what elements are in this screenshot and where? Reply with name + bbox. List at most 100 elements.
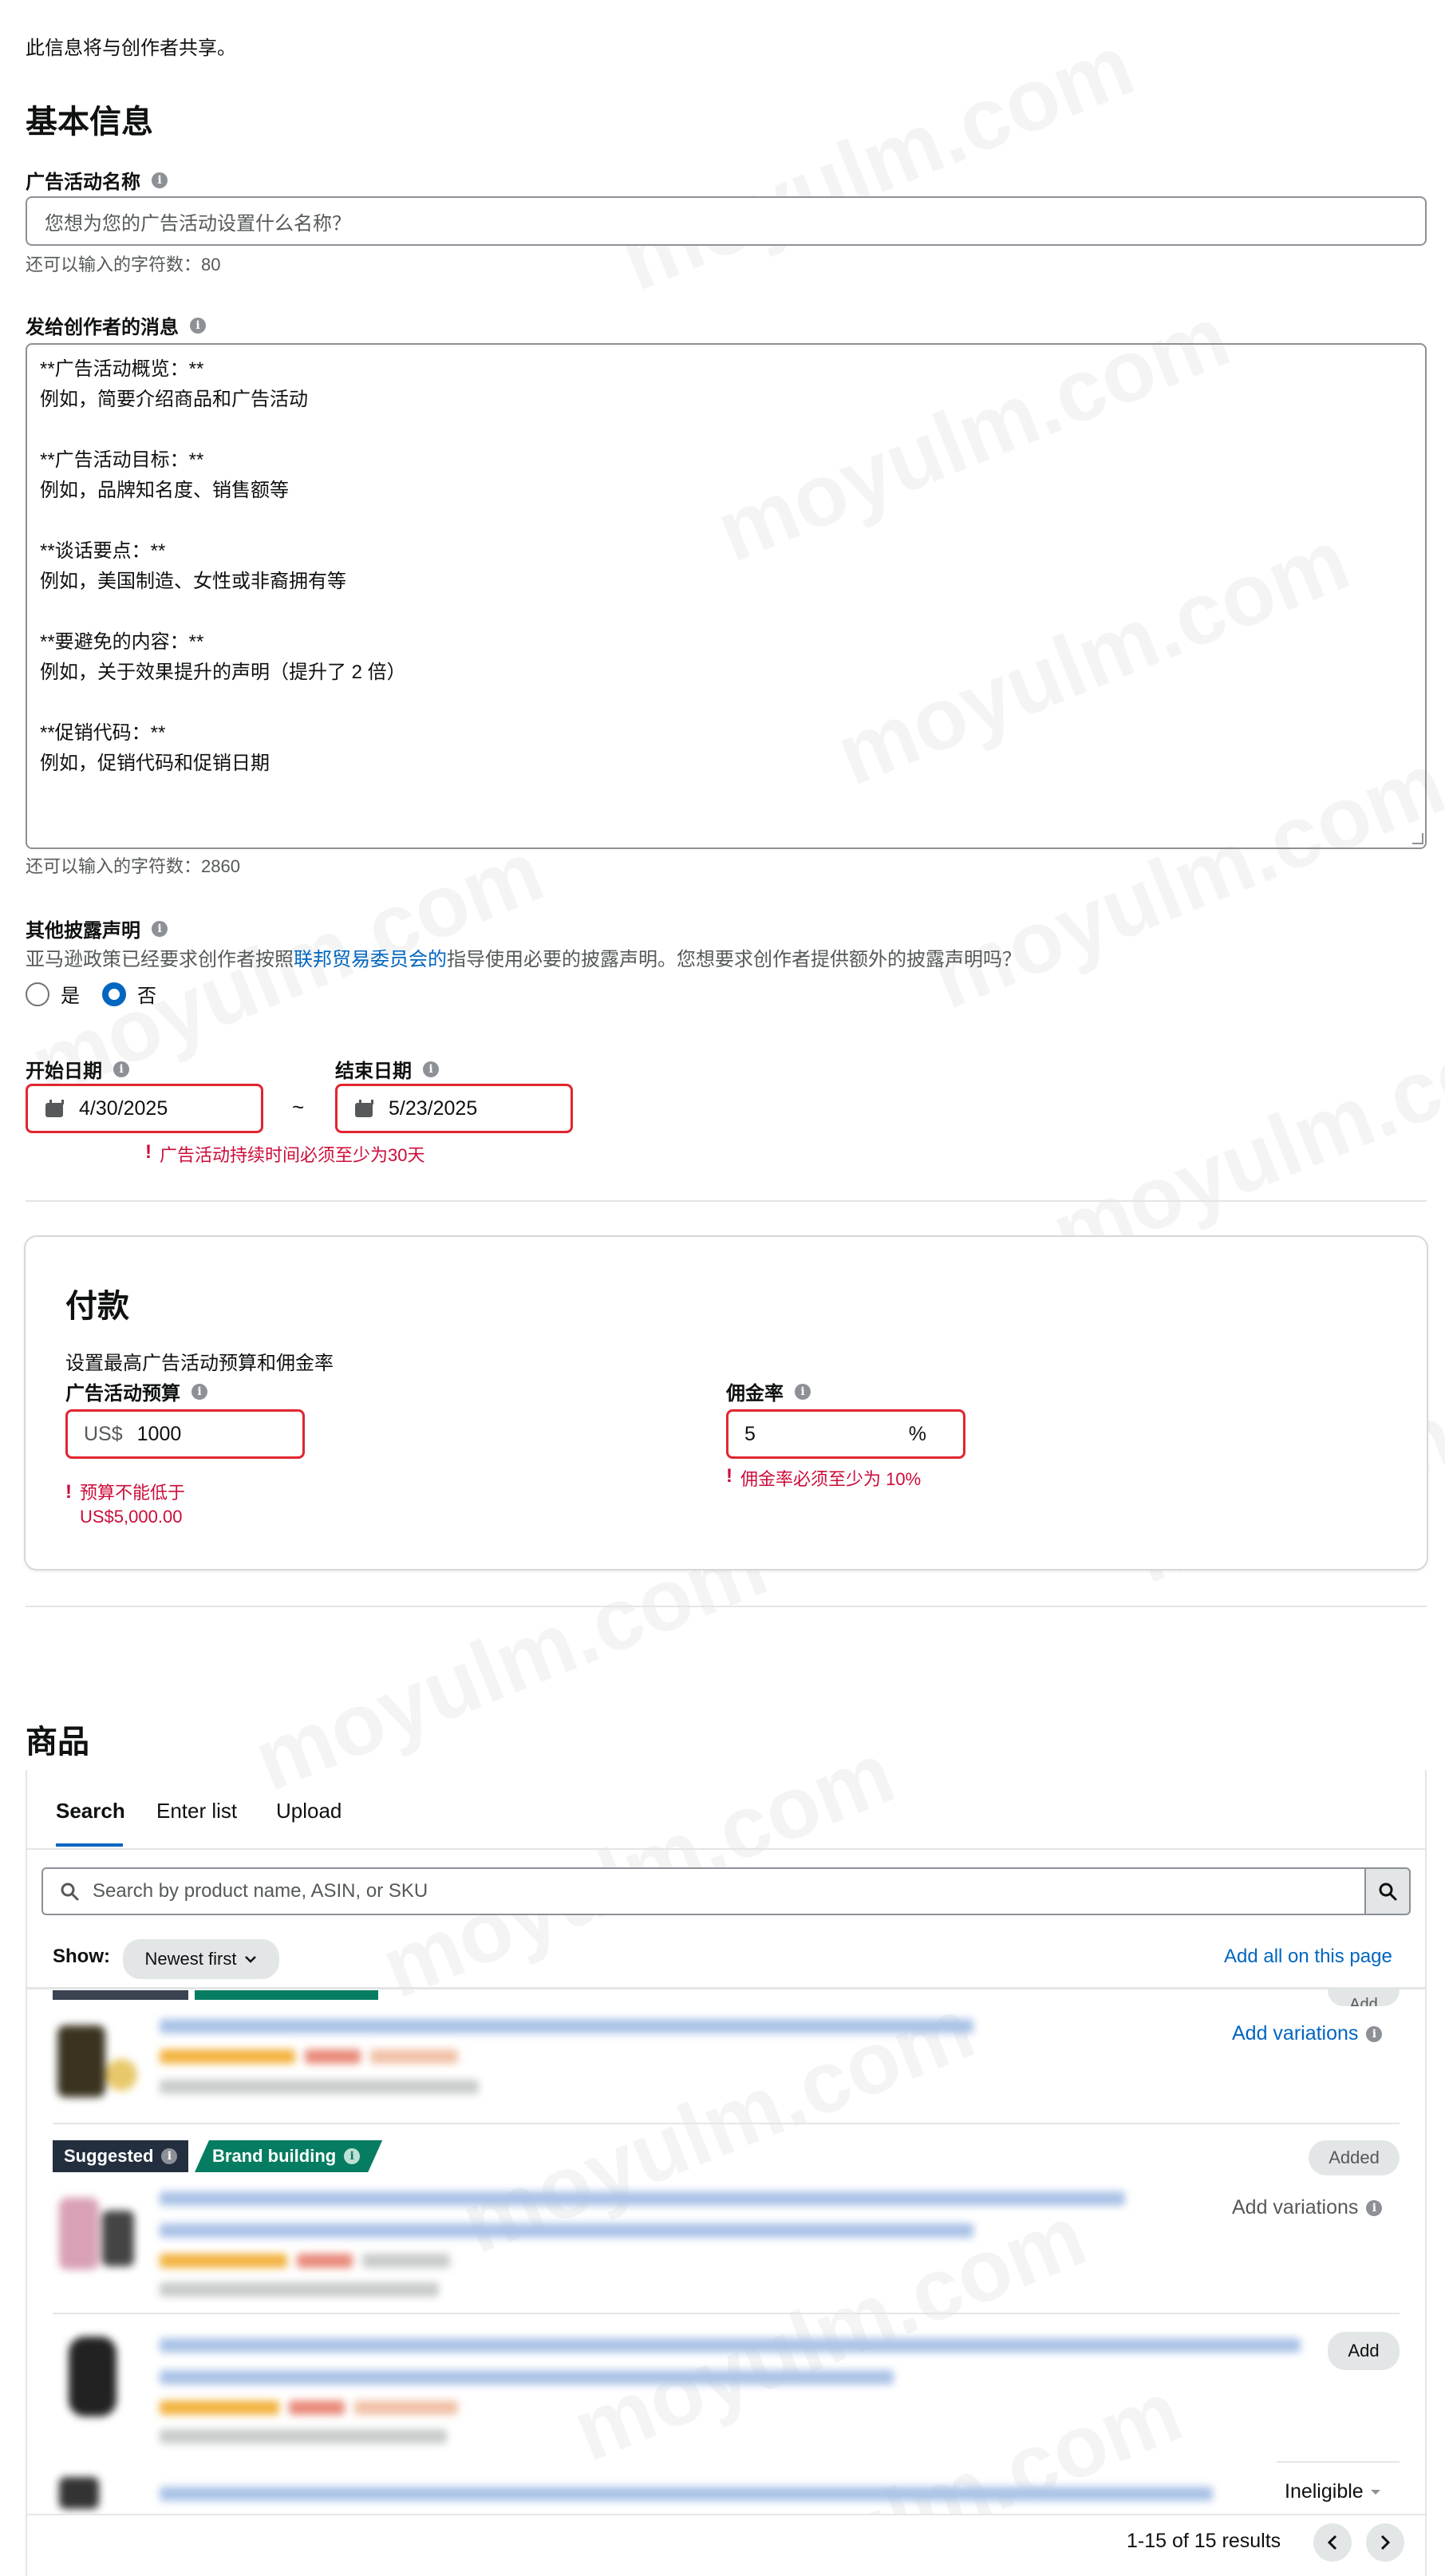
budget-value: 1000	[136, 1422, 182, 1445]
brand-building-badge: Brand building i	[195, 2140, 382, 2172]
next-page-button[interactable]	[1366, 2523, 1404, 2562]
ineligible-status: Ineligible	[1285, 2480, 1381, 2503]
search-button[interactable]	[1364, 1867, 1411, 1915]
disclosure-label-row: 其他披露声明 i	[26, 915, 168, 942]
add-variations-label: Add variations	[1232, 2196, 1359, 2218]
product-image	[53, 2472, 148, 2512]
calendar-icon	[45, 1100, 64, 1117]
suggested-badge-label: Suggested	[64, 2146, 154, 2166]
search-placeholder: Search by product name, ASIN, or SKU	[93, 1880, 428, 1902]
tabs-divider	[26, 1848, 1427, 1850]
info-icon[interactable]: i	[190, 317, 206, 334]
date-separator: ~	[292, 1095, 305, 1119]
chevron-right-icon	[1380, 2535, 1391, 2550]
end-date-input[interactable]: 5/23/2025	[335, 1084, 573, 1133]
add-button-label: Add	[1348, 2341, 1380, 2361]
badge-fragment	[53, 1990, 188, 2000]
active-tab-indicator	[56, 1843, 123, 1847]
radio-button-off[interactable]	[26, 982, 49, 1006]
disclosure-radio-yes[interactable]: 是	[26, 980, 80, 1008]
row-divider	[53, 2123, 1400, 2124]
info-icon[interactable]: i	[344, 2148, 360, 2164]
percent-suffix: %	[908, 1422, 926, 1445]
radio-yes-label: 是	[61, 986, 80, 1007]
caret-down-icon	[1370, 2489, 1380, 2495]
radio-no-label: 否	[137, 986, 156, 1007]
add-all-link[interactable]: Add all on this page	[1224, 1946, 1392, 1968]
budget-label-row: 广告活动预算 i	[65, 1377, 207, 1405]
sort-dropdown[interactable]: Newest first	[123, 1939, 279, 1979]
start-date-input[interactable]: 4/30/2025	[26, 1084, 263, 1133]
add-variations-link[interactable]: Add variations i	[1232, 2022, 1383, 2045]
info-icon[interactable]: i	[1366, 2199, 1383, 2216]
product-details-blurred	[160, 2487, 1213, 2501]
pagination-summary: 1-15 of 15 results	[1127, 2530, 1281, 2552]
search-icon	[61, 1883, 79, 1901]
add-button-partial[interactable]: Add	[1328, 1989, 1400, 2006]
disclosure-text-pre: 亚马逊政策已经要求创作者按照	[26, 949, 294, 970]
info-icon[interactable]: i	[795, 1383, 811, 1400]
budget-currency-prefix: US$	[84, 1422, 123, 1445]
added-button-label: Added	[1329, 2147, 1380, 2167]
ftc-link[interactable]: 联邦贸易委员会的	[294, 949, 447, 970]
product-image	[53, 2333, 148, 2421]
intro-text: 此信息将与创作者共享。	[26, 38, 236, 59]
budget-input[interactable]: US$ 1000	[65, 1409, 305, 1459]
commission-error-text: 佣金率必须至少为 10%	[740, 1469, 922, 1489]
added-button[interactable]: Added	[1309, 2140, 1400, 2175]
search-icon	[1379, 1883, 1397, 1901]
add-variations-label: Add variations	[1232, 2022, 1359, 2045]
error-icon: !	[726, 1465, 732, 1487]
section-divider	[26, 1200, 1427, 1202]
budget-error-text: 预算不能低于 US$5,000.00	[80, 1481, 185, 1529]
info-icon[interactable]: i	[423, 1061, 439, 1077]
radio-button-on[interactable]	[102, 982, 126, 1006]
campaign-name-input[interactable]: 您想为您的广告活动设置什么名称？	[26, 196, 1427, 246]
info-icon[interactable]: i	[113, 1061, 129, 1077]
prev-page-button[interactable]	[1313, 2523, 1352, 2562]
start-date-label-row: 开始日期 i	[26, 1055, 129, 1083]
budget-error-line1: 预算不能低于	[80, 1483, 186, 1503]
campaign-name-label-row: 广告活动名称 i	[26, 166, 168, 194]
info-icon[interactable]: i	[152, 920, 168, 937]
info-icon[interactable]: i	[161, 2148, 178, 2164]
date-error-text: 广告活动持续时间必须至少为30天	[160, 1145, 425, 1165]
date-error: ! 广告活动持续时间必须至少为30天	[145, 1141, 424, 1167]
info-icon[interactable]: i	[1366, 2025, 1383, 2042]
campaign-name-char-count: 还可以输入的字符数：80	[26, 255, 221, 275]
row-divider	[1277, 2461, 1400, 2463]
info-icon[interactable]: i	[152, 172, 168, 188]
commission-value: 5	[744, 1422, 756, 1445]
product-search-input[interactable]: Search by product name, ASIN, or SKU	[41, 1867, 1366, 1915]
product-image	[53, 2190, 148, 2278]
add-button[interactable]: Add	[1328, 2332, 1400, 2370]
campaign-name-label: 广告活动名称	[26, 172, 140, 193]
message-label-row: 发给创作者的消息 i	[26, 311, 206, 339]
ineligible-label: Ineligible	[1285, 2480, 1364, 2503]
message-char-count: 还可以输入的字符数：2860	[26, 856, 240, 876]
tab-enter-list[interactable]: Enter list	[156, 1799, 237, 1823]
add-button-label: Add	[1349, 1996, 1378, 2006]
commission-input[interactable]: 5 %	[726, 1409, 965, 1459]
show-label: Show:	[53, 1946, 110, 1967]
add-variations-disabled: Add variations i	[1232, 2196, 1383, 2219]
badge-fragment	[195, 1990, 378, 2000]
products-heading: 商品	[26, 1725, 89, 1760]
product-details-blurred	[160, 2019, 973, 2094]
list-top-divider	[26, 1987, 1427, 1989]
disclosure-radio-no[interactable]: 否	[102, 980, 156, 1008]
end-date-value: 5/23/2025	[389, 1096, 478, 1120]
brand-building-badge-label: Brand building	[212, 2146, 337, 2166]
calendar-icon	[355, 1100, 373, 1117]
info-icon[interactable]: i	[191, 1383, 207, 1400]
watermark: moyulm.com	[607, 14, 1147, 311]
end-date-label: 结束日期	[335, 1061, 412, 1082]
message-textarea[interactable]: **广告活动概览：** 例如，简要介绍商品和广告活动 **广告活动目标：** 例…	[26, 343, 1427, 849]
tab-search[interactable]: Search	[56, 1799, 125, 1823]
tab-upload[interactable]: Upload	[276, 1799, 342, 1823]
suggested-badge: Suggested i	[53, 2140, 189, 2172]
resize-handle[interactable]	[1412, 833, 1423, 844]
budget-error-line2: US$5,000.00	[80, 1507, 183, 1527]
commission-label: 佣金率	[726, 1383, 784, 1405]
error-icon: !	[145, 1141, 152, 1163]
